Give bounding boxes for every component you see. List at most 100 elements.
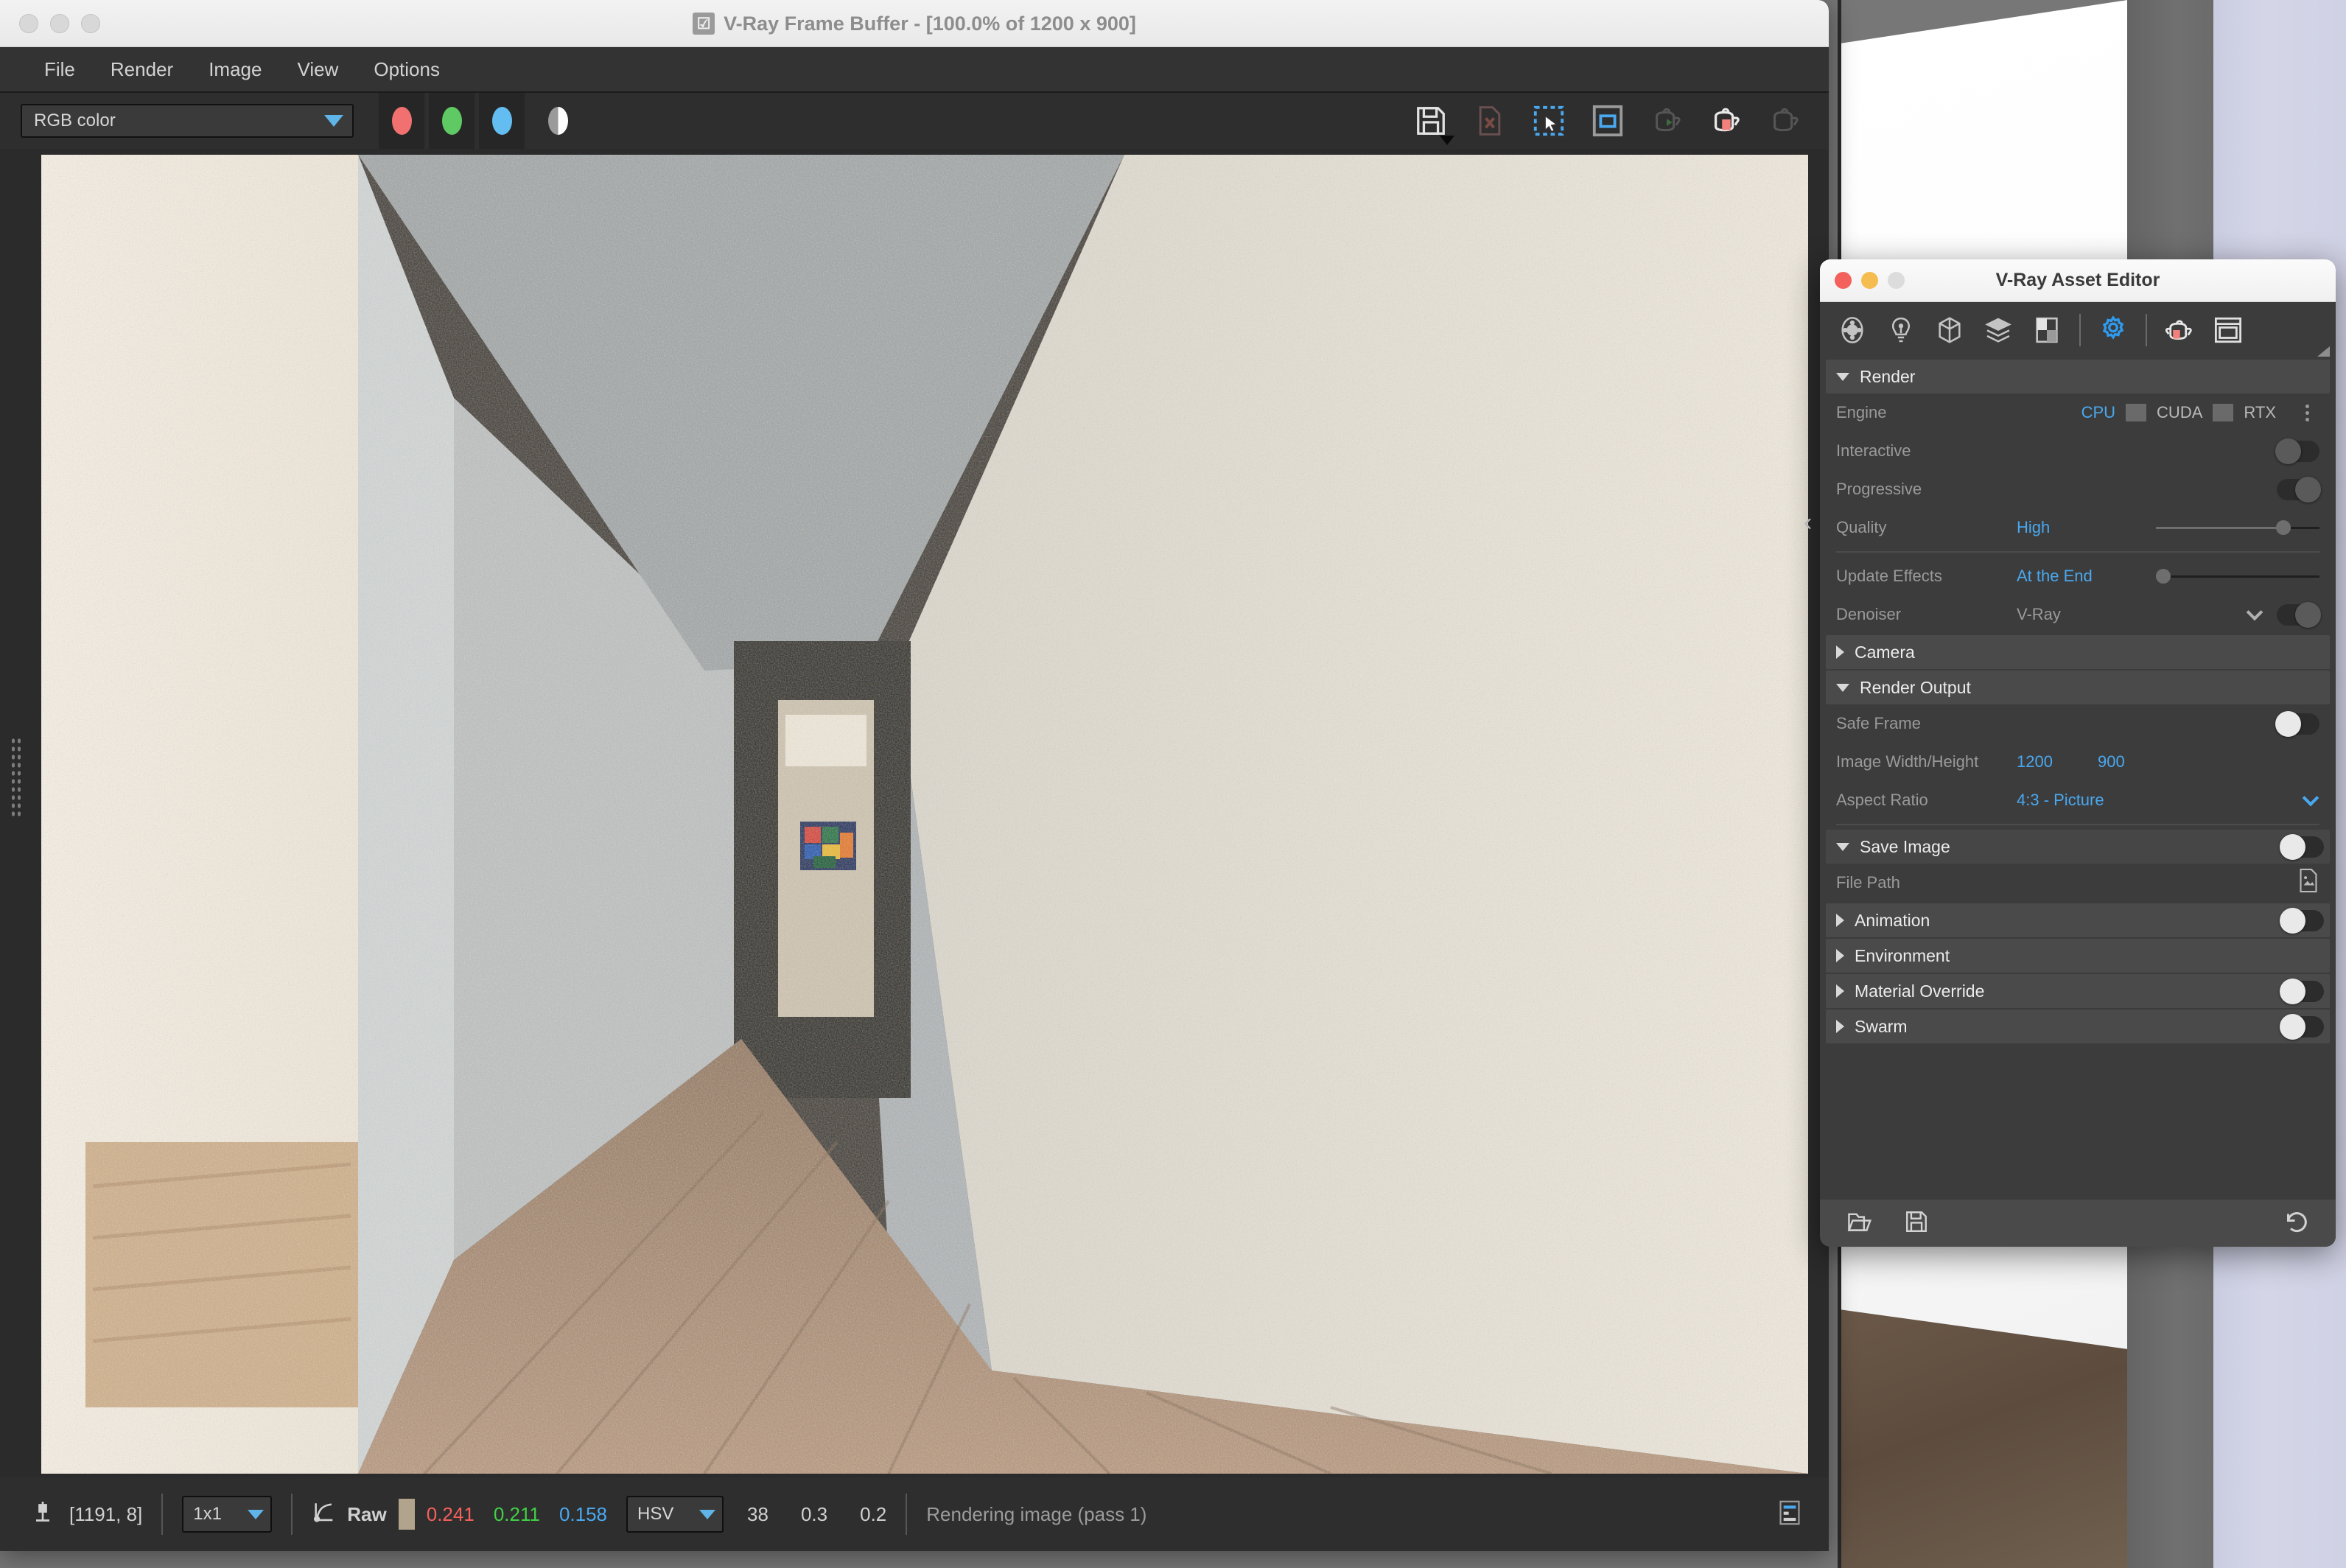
save-image-toggle[interactable] [2280, 833, 2324, 860]
menu-render[interactable]: Render [93, 52, 191, 87]
aspect-ratio-value[interactable]: 4:3 - Picture [2017, 791, 2104, 810]
engine-option-rtx[interactable]: RTX [2233, 403, 2286, 422]
close-button[interactable] [19, 13, 38, 33]
image-height-field[interactable]: 900 [2098, 752, 2125, 771]
render-log-icon[interactable] [1777, 1499, 1802, 1530]
update-effects-value[interactable]: At the End [2017, 567, 2146, 586]
quality-slider[interactable] [2156, 517, 2319, 539]
asset-editor-titlebar[interactable]: V-Ray Asset Editor [1820, 259, 2336, 302]
maximize-button[interactable] [81, 13, 100, 33]
color-space-select[interactable]: HSV [626, 1496, 724, 1533]
alpha-channel-icon[interactable] [548, 107, 568, 135]
row-progressive[interactable]: Progressive [1826, 470, 2330, 508]
asset-editor-bottom-bar[interactable] [1820, 1200, 2336, 1247]
menu-view[interactable]: View [279, 52, 356, 87]
minimize-button[interactable] [50, 13, 69, 33]
region-render-icon[interactable] [1530, 102, 1568, 140]
interactive-toggle[interactable] [2275, 438, 2319, 464]
lights-icon[interactable] [1885, 314, 1917, 346]
row-safe-frame[interactable]: Safe Frame [1826, 704, 2330, 743]
file-browse-icon[interactable] [2297, 868, 2319, 897]
render-elements-icon[interactable] [1982, 314, 2014, 346]
asset-editor-toolbar[interactable] [1820, 302, 2336, 358]
panel-drag-handle[interactable] [10, 737, 22, 818]
update-effects-slider[interactable] [2156, 565, 2319, 587]
denoiser-value[interactable]: V-Ray [2017, 605, 2146, 624]
kebab-menu-icon[interactable] [2295, 404, 2319, 421]
asset-editor-window-controls[interactable] [1835, 272, 1905, 289]
settings-gear-icon[interactable] [2097, 314, 2129, 346]
render-idle-icon[interactable] [1765, 102, 1804, 140]
section-material-override[interactable]: Material Override [1826, 974, 2330, 1008]
engine-option-cpu[interactable]: CPU [2071, 403, 2126, 422]
chevron-down-icon[interactable] [2302, 789, 2319, 807]
section-render[interactable]: Render [1826, 360, 2330, 393]
chevron-left-icon[interactable]: ‹ [1804, 510, 1812, 535]
row-update-effects[interactable]: Update Effects At the End [1826, 557, 2330, 595]
resize-corner-icon[interactable] [2317, 346, 2330, 357]
section-swarm[interactable]: Swarm [1826, 1009, 2330, 1043]
blue-channel-button[interactable] [479, 93, 525, 149]
render-last-icon[interactable] [1648, 102, 1686, 140]
swarm-toggle[interactable] [2280, 1013, 2324, 1040]
render-stop-icon[interactable] [1706, 102, 1745, 140]
row-interactive[interactable]: Interactive [1826, 432, 2330, 470]
menu-image[interactable]: Image [191, 52, 279, 87]
render-teapot-icon[interactable] [2163, 314, 2196, 346]
vfb-titlebar[interactable]: ☑ V-Ray Frame Buffer - [100.0% of 1200 x… [0, 0, 1829, 47]
row-aspect-ratio[interactable]: Aspect Ratio 4:3 - Picture [1826, 781, 2330, 819]
vfb-status-bar[interactable]: [1191, 8] 1x1 Raw 0.241 0.211 0.158 HSV … [0, 1477, 1829, 1551]
menu-options[interactable]: Options [356, 52, 458, 87]
color-mode-label[interactable]: Raw [347, 1503, 386, 1526]
row-denoiser[interactable]: Denoiser V-Ray [1826, 595, 2330, 634]
row-quality[interactable]: Quality High [1826, 508, 2330, 547]
revert-icon[interactable] [2283, 1208, 2309, 1239]
engine-options[interactable]: CPU CUDA RTX [2071, 403, 2319, 422]
progressive-toggle[interactable] [2277, 476, 2321, 503]
minimize-button[interactable] [1861, 272, 1878, 289]
row-file-path[interactable]: File Path [1826, 864, 2330, 902]
denoiser-toggle[interactable] [2277, 601, 2321, 628]
animation-toggle[interactable] [2280, 907, 2324, 934]
chevron-down-icon[interactable] [2246, 603, 2263, 621]
geometry-icon[interactable] [1933, 314, 1966, 346]
section-save-image[interactable]: Save Image [1826, 830, 2330, 864]
vfb-title: ☑ V-Ray Frame Buffer - [100.0% of 1200 x… [0, 0, 1829, 47]
save-image-icon[interactable] [1412, 102, 1454, 145]
section-environment[interactable]: Environment [1826, 939, 2330, 973]
row-engine[interactable]: Engine CPU CUDA RTX [1826, 393, 2330, 432]
row-image-size[interactable]: Image Width/Height 1200 900 [1826, 743, 2330, 781]
vfb-window-controls[interactable] [19, 13, 100, 33]
vfb-toolbar[interactable]: RGB color [0, 93, 1829, 149]
section-environment-label: Environment [1855, 945, 1950, 965]
vray-frame-buffer-window[interactable]: ☑ V-Ray Frame Buffer - [100.0% of 1200 x… [0, 0, 1829, 1551]
render-image-area[interactable] [41, 155, 1808, 1474]
quality-value[interactable]: High [2017, 518, 2146, 537]
maximize-button[interactable] [1888, 272, 1905, 289]
vfb-tool-icons[interactable] [1412, 93, 1804, 149]
open-file-icon[interactable] [1846, 1210, 1873, 1237]
red-channel-button[interactable] [379, 93, 424, 149]
close-button[interactable] [1835, 272, 1852, 289]
save-dropdown-caret-icon[interactable] [1440, 136, 1454, 145]
channel-buttons[interactable] [379, 93, 525, 149]
textures-icon[interactable] [2031, 314, 2063, 346]
section-animation[interactable]: Animation [1826, 903, 2330, 937]
section-camera[interactable]: Camera [1826, 635, 2330, 669]
zoom-level-select[interactable]: 1x1 [182, 1496, 273, 1533]
clear-image-icon[interactable] [1471, 102, 1509, 140]
safe-frame-toggle[interactable] [2275, 710, 2319, 737]
channel-select[interactable]: RGB color [21, 104, 354, 138]
materials-icon[interactable] [1836, 314, 1869, 346]
engine-option-cuda[interactable]: CUDA [2146, 403, 2213, 422]
image-width-field[interactable]: 1200 [2017, 752, 2098, 771]
vfb-menubar[interactable]: File Render Image View Options [0, 47, 1829, 93]
track-mouse-icon[interactable] [1589, 102, 1627, 140]
save-file-icon[interactable] [1904, 1209, 1929, 1238]
vray-asset-editor-window[interactable]: V-Ray Asset Editor Render Engine CPU CUD… [1804, 259, 2346, 1247]
green-channel-button[interactable] [429, 93, 475, 149]
section-render-output[interactable]: Render Output [1826, 671, 2330, 704]
material-override-toggle[interactable] [2280, 978, 2324, 1004]
frame-buffer-icon[interactable] [2212, 314, 2244, 346]
menu-file[interactable]: File [27, 52, 93, 87]
